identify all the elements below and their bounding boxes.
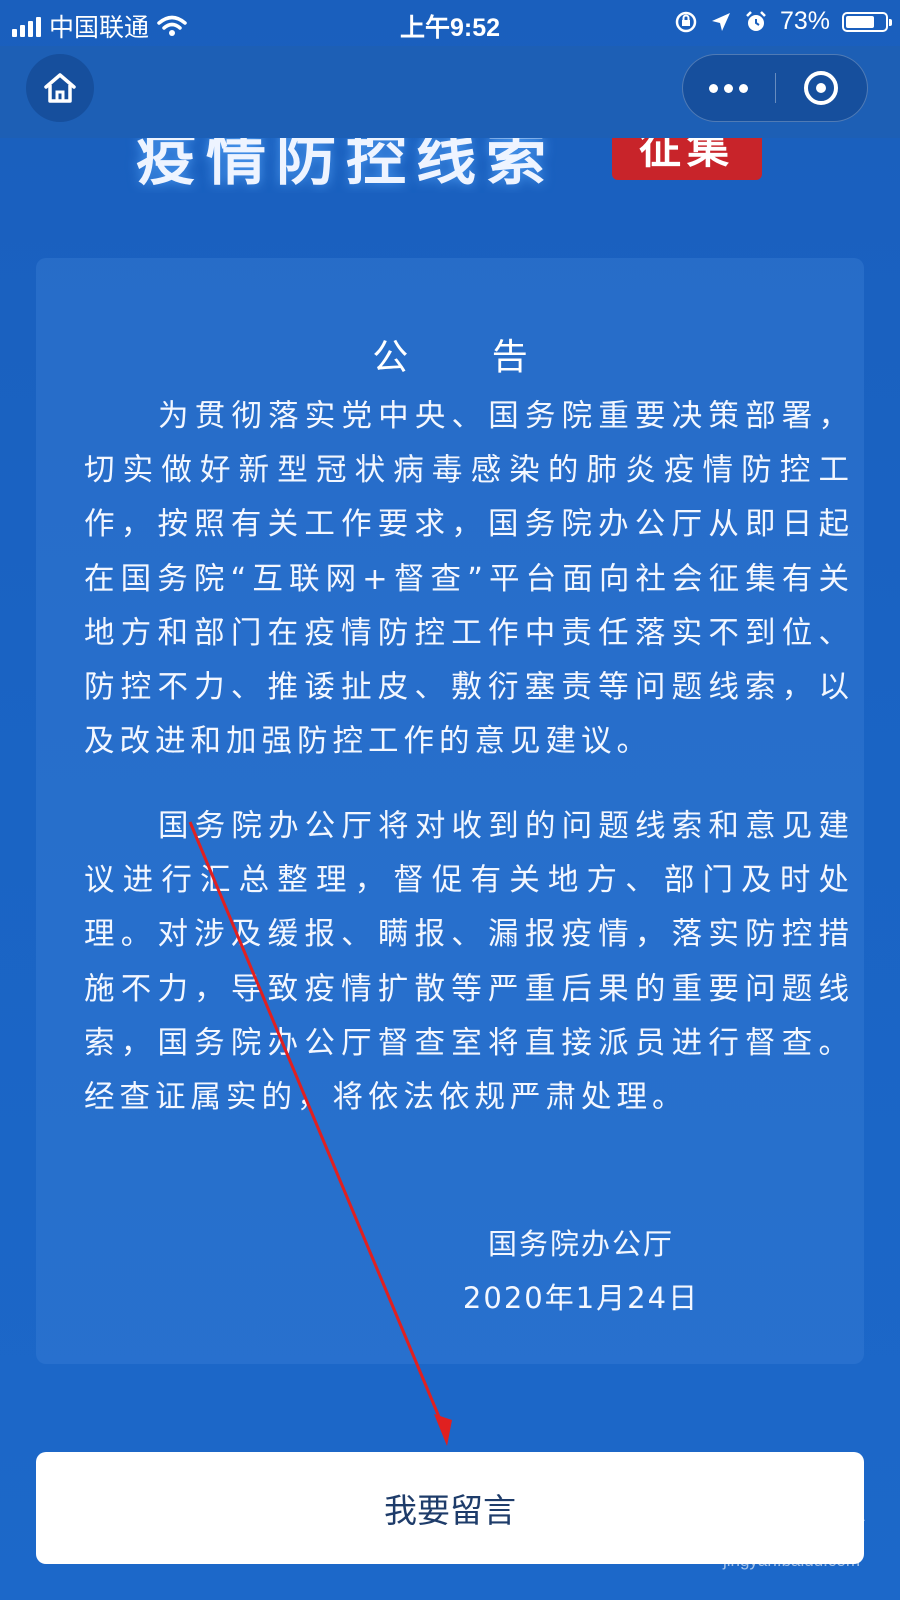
banner-tag: 征集 [612,138,762,180]
close-button[interactable] [776,55,868,121]
notice-paragraph: 国务院办公厅将对收到的问题线索和意见建议进行汇总整理，督促有关地方、部门及时处理… [84,809,854,1116]
battery-icon [842,11,892,32]
target-close-icon [804,71,839,105]
home-button[interactable] [26,54,94,122]
more-dots-icon [709,83,749,93]
status-right: 73% [674,7,892,36]
more-button[interactable] [683,55,775,121]
banner-title: 疫情防控线索 [136,138,556,193]
watermark-logo: Bai度经验 [686,1507,860,1549]
battery-percent: 73% [779,7,830,35]
signature-date: 2020年1月24日 [462,1281,700,1315]
capsule-menu [682,54,868,122]
banner: 疫情防控线索 征集 [0,138,900,193]
mini-program-nav-bar [0,46,900,138]
alarm-icon [746,10,766,31]
notice-paragraph: 为贯彻落实党中央、国务院重要决策部署，切实做好新型冠状病毒感染的肺炎疫情防控工作… [84,399,854,760]
notice-title: 公 告 [372,337,564,378]
baidu-jingyan-watermark: Bai度经验 jingyan.baidu.com [687,1496,860,1571]
signature-org: 国务院办公厅 [487,1227,674,1261]
status-bar: 中国联通 上午9:52 73% [0,0,900,46]
location-icon [711,12,730,31]
rotation-lock-icon [675,11,697,32]
watermark-url: jingyan.baidu.com [722,1551,860,1570]
notice-card: 公 告 为贯彻落实党中央、国务院重要决策部署，切实做好新型冠状病毒感染的肺炎疫情… [36,258,864,1364]
home-icon [44,73,76,103]
